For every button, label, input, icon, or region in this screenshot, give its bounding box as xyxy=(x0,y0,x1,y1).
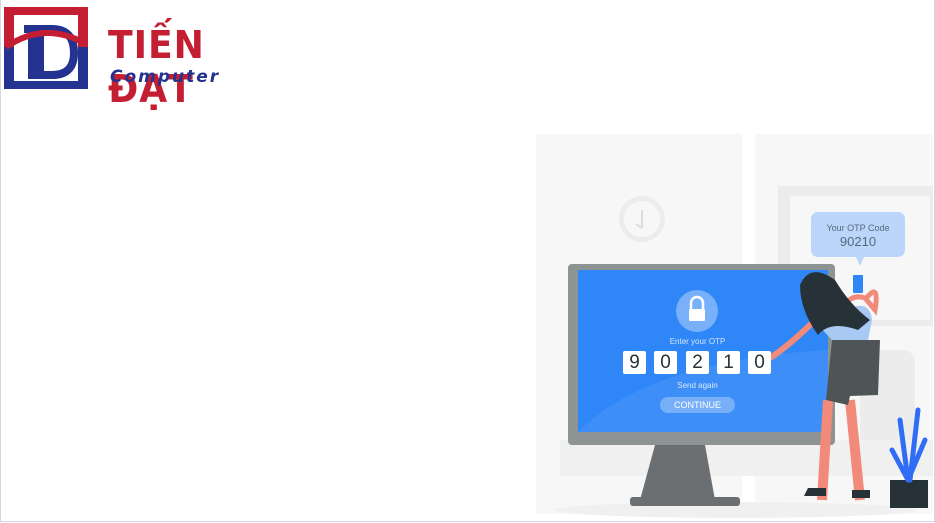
otp-digit-box: 0 xyxy=(654,351,677,374)
bubble-code: 90210 xyxy=(839,234,877,249)
otp-digit-box: 1 xyxy=(717,351,740,374)
plant-pot xyxy=(890,480,928,508)
otp-prompt: Enter your OTP xyxy=(669,337,726,346)
otp-digit-box: 2 xyxy=(686,351,709,374)
otp-digit-box: 0 xyxy=(748,351,771,374)
logo-subtitle: Computer xyxy=(110,67,221,87)
tien-dat-logo[interactable]: TIẾN ĐẠT Computer xyxy=(4,7,304,111)
otp-message-bubble: Your OTP Code 90210 xyxy=(811,212,905,257)
otp-digit-box: 9 xyxy=(623,351,646,374)
send-again-text: Send again xyxy=(677,381,718,390)
bubble-title: Your OTP Code xyxy=(826,223,890,233)
otp-illustration xyxy=(536,134,933,518)
logo-mark-icon xyxy=(4,7,88,89)
phone-icon xyxy=(853,275,863,293)
continue-button-illustration: CONTINUE xyxy=(660,397,735,413)
